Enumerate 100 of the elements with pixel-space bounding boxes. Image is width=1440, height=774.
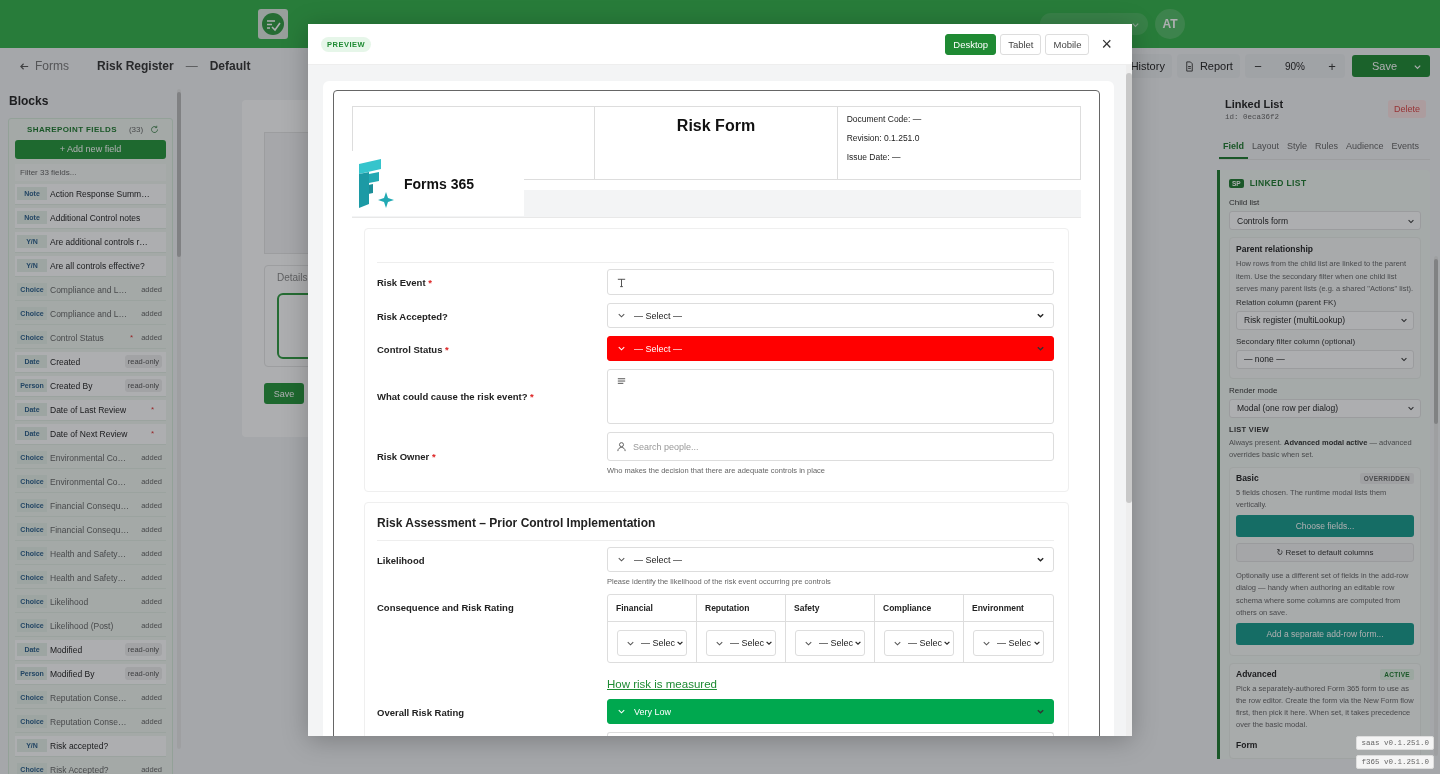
- field-name: Modified By: [50, 668, 96, 679]
- back-link[interactable]: Forms: [19, 59, 69, 73]
- inspector-title: Linked List: [1225, 98, 1284, 110]
- device-toggle[interactable]: Desktop: [945, 33, 997, 55]
- column-header: Environment: [964, 595, 1053, 622]
- select-field[interactable]: — Selec: [884, 630, 954, 656]
- app-logo-icon[interactable]: [258, 9, 288, 39]
- field-label: What could cause the risk event? *: [377, 390, 535, 402]
- inspector-tab[interactable]: Layout: [1248, 139, 1284, 159]
- field-label: Secondary filter column (optional): [1236, 336, 1357, 346]
- field-name: Financial Consequ…: [50, 500, 130, 511]
- scrollbar[interactable]: [1434, 256, 1438, 756]
- select-field[interactable]: — Select —: [607, 336, 1054, 361]
- card-title: Advanced: [1236, 669, 1277, 679]
- field-name: Control Status: [50, 332, 105, 343]
- column-header: Financial: [608, 595, 696, 622]
- people-picker[interactable]: Search people...: [607, 432, 1054, 461]
- add-field-button[interactable]: + Add new field: [15, 139, 166, 159]
- box-title: Parent relationship: [1236, 244, 1314, 254]
- column-header: Reputation: [697, 595, 785, 622]
- chevron-down-icon: [1400, 316, 1408, 324]
- select-field[interactable]: — Selec: [617, 630, 687, 656]
- device-toggle[interactable]: Mobile: [1045, 33, 1090, 55]
- text-area[interactable]: [607, 369, 1054, 424]
- separator: —: [185, 59, 198, 73]
- choose-fields-button[interactable]: Choose fields...: [1236, 514, 1414, 537]
- zoom-level: 90%: [1283, 60, 1306, 72]
- filter-field[interactable]: Filter 33 fields...: [15, 163, 166, 181]
- reset-columns-button[interactable]: ↻ Reset to default columns: [1236, 542, 1414, 562]
- secondary-filter-select[interactable]: — none —: [1236, 349, 1414, 369]
- field-name: Likelihood: [50, 596, 90, 607]
- save-button[interactable]: Save: [264, 383, 304, 404]
- field-name: Likelihood (Post): [50, 620, 115, 631]
- field-label: Risk Owner *: [377, 450, 437, 462]
- inspector-tab[interactable]: Style: [1283, 139, 1312, 159]
- field-name: Additional Control notes: [50, 212, 142, 223]
- card-title: Basic: [1236, 473, 1259, 483]
- field-label: Overall Risk Rating: [377, 706, 466, 718]
- column-header: Safety: [786, 595, 874, 622]
- text-input[interactable]: [607, 269, 1054, 295]
- relation-column-select[interactable]: Risk register (multiLookup): [1236, 310, 1414, 330]
- select-field[interactable]: Very Low: [607, 699, 1054, 724]
- render-mode-select[interactable]: Modal (one row per dialog): [1229, 398, 1421, 418]
- field-name: Risk Accepted?: [50, 764, 110, 774]
- field-name: Modified: [50, 644, 84, 655]
- form-title: Risk Form: [676, 117, 756, 136]
- form-name: Risk Register: [97, 59, 174, 73]
- child-list-select[interactable]: Controls form: [1229, 211, 1421, 230]
- logo-drawing: [356, 157, 396, 210]
- section-heading: Risk Assessment – Prior Control Implementation: [377, 515, 657, 532]
- inspector-tab[interactable]: Audience: [1342, 139, 1388, 159]
- inspector-tab[interactable]: Events: [1387, 139, 1424, 159]
- chevron-down-icon: [1036, 344, 1045, 353]
- field-name: Action Response Summ…: [50, 188, 151, 199]
- field-name: Compliance and L…: [50, 284, 128, 295]
- delete-button[interactable]: Delete: [1388, 100, 1426, 118]
- select-field[interactable]: — Select —: [607, 303, 1054, 328]
- select-field[interactable]: — Selec: [706, 630, 776, 656]
- paragraph-icon: [616, 376, 627, 387]
- field-name: Created: [50, 356, 82, 367]
- zoom-out-button[interactable]: −: [1244, 57, 1271, 75]
- select-field[interactable]: — Selec: [973, 630, 1044, 656]
- document-icon: [1183, 60, 1195, 72]
- inspector-tab[interactable]: Field: [1219, 139, 1248, 159]
- field-name: Created By: [50, 380, 94, 391]
- add-row-form-button[interactable]: Add a separate add-row form...: [1236, 622, 1414, 645]
- inspector-tab[interactable]: Rules: [1311, 139, 1343, 159]
- help-link[interactable]: How risk is measured: [607, 678, 717, 690]
- chevron-down-icon: [676, 639, 684, 647]
- save-button[interactable]: Save: [1351, 55, 1430, 77]
- section-title: LINKED LIST: [1249, 178, 1307, 188]
- field-name: Environmental Co…: [50, 452, 128, 463]
- scrollbar[interactable]: [1126, 65, 1132, 736]
- field-name: Environmental Co…: [50, 476, 128, 487]
- refresh-icon[interactable]: [150, 125, 160, 134]
- device-toggle[interactable]: Tablet: [1000, 33, 1042, 55]
- logo-text: Forms 365: [404, 175, 475, 192]
- chevron-down-icon: [1036, 311, 1045, 320]
- column-header: Compliance: [875, 595, 963, 622]
- select-field[interactable]: — Selec: [795, 630, 865, 656]
- field-label: Control Status *: [377, 343, 450, 355]
- field-name: Date of Next Review: [50, 428, 129, 439]
- select-field[interactable]: — Select —: [607, 547, 1054, 572]
- required-mark: *: [130, 333, 134, 342]
- chevron-down-icon: [1033, 639, 1041, 647]
- report-button[interactable]: Report: [1176, 54, 1240, 78]
- zoom-in-button[interactable]: +: [1318, 57, 1345, 75]
- required-mark: *: [150, 429, 154, 438]
- section-title[interactable]: SHAREPOINT FIELDS: [27, 125, 117, 134]
- field-name: Are all controls effective?: [50, 260, 146, 271]
- person-icon: [616, 441, 627, 452]
- close-button[interactable]: ×: [1099, 35, 1114, 53]
- chevron-down-icon: [1036, 555, 1045, 564]
- field-count: (33): [128, 125, 144, 134]
- document-info: Issue Date: —: [846, 152, 902, 162]
- sidebar-title: Blocks: [9, 94, 50, 108]
- chevron-down-icon: [854, 639, 862, 647]
- field-name: Reputation Conse…: [50, 716, 128, 727]
- field-label: Risk Event *: [377, 276, 433, 288]
- chevron-down-icon: [943, 639, 951, 647]
